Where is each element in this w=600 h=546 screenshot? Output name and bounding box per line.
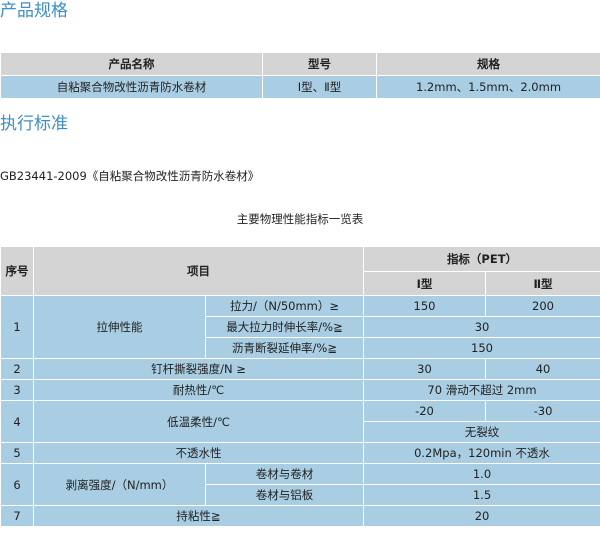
row1-a-type2: 200 [484, 295, 600, 317]
row4-item: 低温柔性/℃ [33, 400, 364, 443]
header-item: 项目 [33, 246, 364, 296]
spec-product-spec: 1.2mm、1.5mm、2.0mm [376, 75, 600, 99]
header-no: 序号 [0, 246, 34, 296]
spec-product-type: Ⅰ型、Ⅱ型 [262, 75, 377, 99]
perf-table-title: 主要物理性能指标一览表 [236, 212, 364, 226]
row1-a-type1: 150 [363, 295, 486, 317]
row1-c-value: 150 [362, 337, 600, 359]
row5-no: 5 [0, 442, 34, 464]
spec-table: 产品名称 型号 规格 自粘聚合物改性沥青防水卷材 Ⅰ型、Ⅱ型 1.2mm、1.5… [0, 52, 600, 99]
standard-heading: 执行标准 [0, 114, 68, 134]
row3-no: 3 [0, 379, 34, 401]
row6-group: 剥离强度/（N/mm） [33, 463, 206, 506]
header-index: 指标（PET） [362, 246, 600, 272]
row4-no: 4 [0, 400, 34, 443]
row2-item: 钉杆撕裂强度/N ≥ [33, 358, 364, 380]
header-type2: Ⅱ型 [484, 271, 600, 296]
row3-value: 70 滑动不超过 2mm [362, 379, 600, 401]
row2-no: 2 [0, 358, 34, 380]
standard-code: GB23441-2009《自粘聚合物改性沥青防水卷材》 [0, 169, 260, 183]
row4-type1: -20 [363, 400, 486, 422]
row1-a-item: 拉力/（N/50mm）≥ [205, 295, 364, 317]
row7-item: 持粘性≧ [33, 505, 364, 527]
spec-header-spec: 规格 [376, 52, 600, 76]
row5-value: 0.2Mpa，120min 不透水 [362, 442, 600, 464]
row1-b-value: 30 [362, 316, 600, 338]
row5-item: 不透水性 [33, 442, 364, 464]
row1-no: 1 [0, 295, 34, 359]
row7-value: 20 [362, 505, 600, 527]
row2-type2: 40 [484, 358, 600, 380]
row6-b-item: 卷材与铝板 [205, 484, 364, 506]
row4-result: 无裂纹 [362, 421, 600, 443]
spec-header-name: 产品名称 [0, 52, 263, 76]
row6-no: 6 [0, 463, 34, 506]
spec-product-name: 自粘聚合物改性沥青防水卷材 [0, 75, 263, 99]
spec-heading: 产品规格 [0, 1, 68, 21]
row6-a-value: 1.0 [362, 463, 600, 485]
row4-type2: -30 [484, 400, 600, 422]
row3-item: 耐热性/℃ [33, 379, 364, 401]
row1-b-item: 最大拉力时伸长率/%≧ [205, 316, 364, 338]
spec-header-type: 型号 [262, 52, 377, 76]
row6-a-item: 卷材与卷材 [205, 463, 364, 485]
row1-c-item: 沥青断裂延伸率/%≧ [205, 337, 364, 359]
performance-table: 序号 项目 指标（PET） Ⅰ型 Ⅱ型 1 拉伸性能 拉力/（N/50mm）≥ … [0, 246, 600, 527]
header-type1: Ⅰ型 [363, 271, 486, 296]
row7-no: 7 [0, 505, 34, 527]
row2-type1: 30 [363, 358, 486, 380]
row1-group: 拉伸性能 [33, 295, 206, 359]
row6-b-value: 1.5 [362, 484, 600, 506]
